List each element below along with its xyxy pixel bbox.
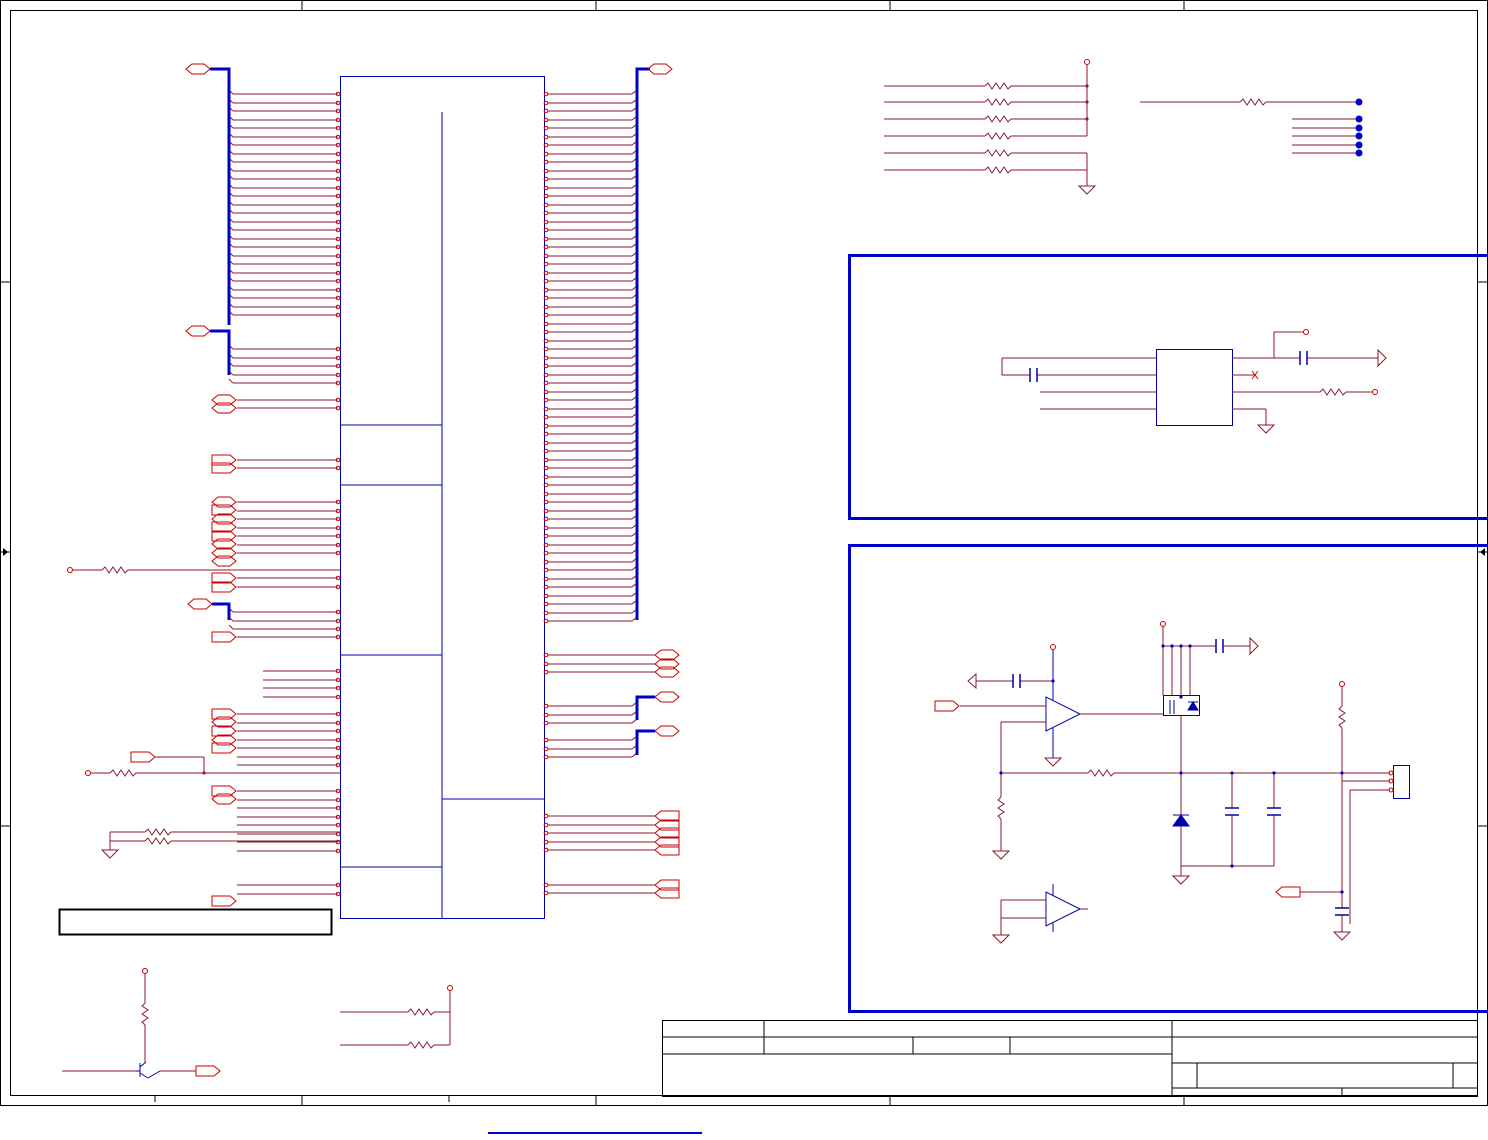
pullup-resistors-bottom — [340, 986, 453, 1049]
panel-lower-content — [935, 622, 1410, 944]
bus-entry — [229, 625, 233, 629]
title-block — [662, 1020, 1478, 1097]
test-point-dots — [1356, 99, 1363, 157]
panel-upper-right — [850, 256, 1488, 519]
junction-dot — [202, 771, 205, 774]
left-resistor-networks — [68, 567, 341, 858]
offpage-connector — [186, 326, 210, 336]
schematic-canvas — [0, 0, 1488, 1135]
bus-lines — [210, 69, 655, 755]
transistor-symbol — [136, 1062, 160, 1078]
offpage-connector — [188, 599, 212, 609]
offpage-connector — [186, 64, 210, 74]
offpage-connector — [212, 896, 236, 906]
main-ic-left-pins — [229, 90, 340, 896]
offpage-connector — [212, 632, 236, 642]
offpage-connector — [196, 1066, 220, 1076]
panel-lower-right — [850, 546, 1488, 1012]
offpage-connector — [655, 692, 679, 702]
offpage-connector — [655, 726, 679, 736]
main-ic-body — [340, 77, 545, 919]
bus-entry — [229, 379, 233, 383]
offpage-connector — [131, 752, 155, 762]
note-box — [60, 910, 332, 935]
offpage-connector — [648, 64, 672, 74]
top-resistor-bank — [884, 60, 1357, 195]
panel-upper-content — [1002, 330, 1386, 434]
schematic-sheet — [0, 0, 1488, 1135]
sheet-frame — [0, 0, 1488, 1106]
transistor-circuit — [62, 969, 196, 1072]
